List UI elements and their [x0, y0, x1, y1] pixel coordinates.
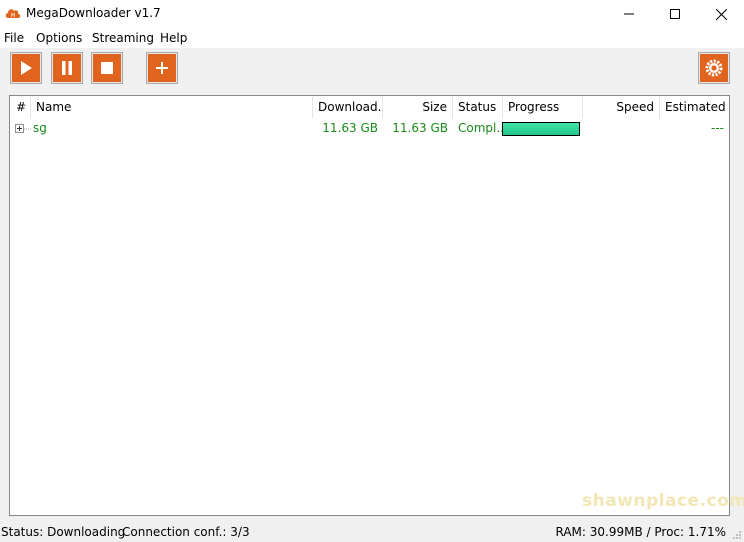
row-status: Compl...: [458, 121, 503, 135]
watermark: shawnplace.com: [582, 491, 744, 511]
start-button[interactable]: [10, 52, 42, 84]
column-header-speed[interactable]: Speed: [583, 96, 660, 118]
row-speed: [583, 120, 660, 137]
app-logo-icon: M: [5, 9, 21, 19]
row-progress-fill: [503, 123, 579, 135]
add-link-button[interactable]: [146, 52, 178, 84]
row-progress-bar: [502, 122, 580, 136]
minimize-icon: [624, 13, 634, 15]
column-header-index[interactable]: #: [10, 96, 31, 118]
status-text: Status: Downloading: [1, 525, 126, 539]
resources-text: RAM: 30.99MB / Proc: 1.71%: [555, 525, 727, 539]
column-header-status[interactable]: Status: [453, 96, 503, 118]
menu-bar: File Options Streaming Help: [0, 28, 744, 48]
column-header-size[interactable]: Size: [383, 96, 453, 118]
table-row[interactable]: sg 11.63 GB 11.63 GB Compl... ---: [10, 120, 729, 137]
play-icon: [21, 61, 32, 75]
menu-file[interactable]: File: [4, 31, 24, 45]
status-bar: Status: Downloading Connection conf.: 3/…: [0, 520, 744, 542]
close-icon: [715, 8, 727, 20]
connection-text: Connection conf.: 3/3: [122, 525, 250, 539]
pause-button[interactable]: [51, 52, 83, 84]
row-downloaded: 11.63 GB: [322, 121, 378, 135]
menu-streaming[interactable]: Streaming: [92, 31, 154, 45]
title-bar: M MegaDownloader v1.7: [0, 0, 744, 28]
close-button[interactable]: [698, 0, 744, 28]
toolbar: [0, 48, 744, 90]
window-title: MegaDownloader v1.7: [26, 6, 161, 20]
plus-icon: [156, 62, 168, 74]
download-list[interactable]: # Name Download... Size Status Progress …: [9, 95, 730, 516]
maximize-icon: [670, 9, 680, 19]
gear-icon: [705, 59, 723, 77]
expand-icon[interactable]: [15, 124, 24, 133]
maximize-button[interactable]: [652, 0, 698, 28]
column-header-progress[interactable]: Progress: [503, 96, 583, 118]
pause-icon: [62, 61, 72, 75]
row-name: sg: [33, 121, 47, 135]
resize-grip-icon[interactable]: [732, 530, 742, 540]
column-header-row: # Name Download... Size Status Progress …: [10, 96, 729, 118]
row-size: 11.63 GB: [392, 121, 448, 135]
menu-options[interactable]: Options: [36, 31, 82, 45]
menu-help[interactable]: Help: [160, 31, 187, 45]
column-header-name[interactable]: Name: [31, 96, 313, 118]
settings-button[interactable]: [698, 52, 730, 84]
column-header-estimated[interactable]: Estimated: [660, 96, 729, 118]
stop-icon: [101, 62, 113, 74]
stop-button[interactable]: [91, 52, 123, 84]
column-header-downloaded[interactable]: Download...: [313, 96, 383, 118]
svg-text:M: M: [11, 13, 15, 19]
minimize-button[interactable]: [606, 0, 652, 28]
row-estimated: ---: [711, 121, 724, 135]
